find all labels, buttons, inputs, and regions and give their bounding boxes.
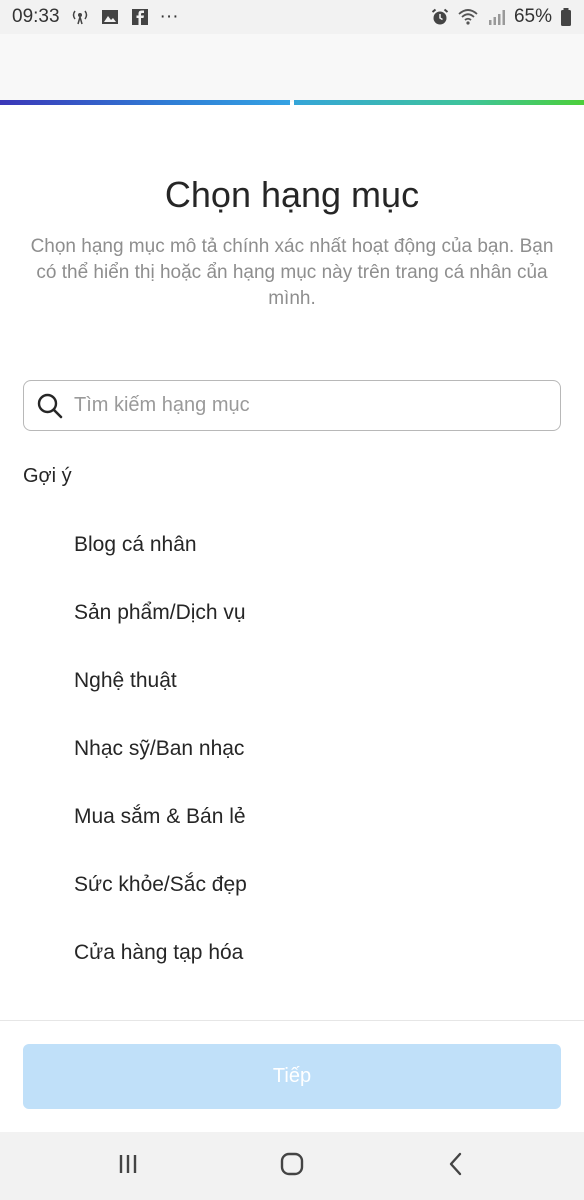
back-icon	[441, 1149, 471, 1184]
home-icon	[277, 1149, 307, 1184]
category-item[interactable]: Sản phẩm/Dịch vụ	[0, 579, 584, 647]
category-item[interactable]: Cửa hàng tạp hóa	[0, 919, 584, 987]
category-item-label: Nghệ thuật	[74, 669, 177, 692]
category-item[interactable]: Sức khỏe/Sắc đẹp	[0, 851, 584, 919]
category-item-label: Sức khỏe/Sắc đẹp	[74, 873, 247, 896]
status-time: 09:33	[12, 6, 60, 27]
back-button[interactable]	[434, 1146, 478, 1186]
page-title: Chọn hạng mục	[164, 174, 420, 215]
category-list: Blog cá nhân Sản phẩm/Dịch vụ Nghệ thuật…	[0, 511, 584, 987]
category-item-label: Blog cá nhân	[74, 533, 197, 556]
more-notifications: ···	[159, 6, 179, 27]
category-item-label: Mua sắm & Bán lẻ	[74, 805, 246, 828]
progress-segment-1	[0, 100, 290, 105]
status-right: 65%	[430, 6, 572, 28]
footer-divider	[0, 1020, 584, 1021]
signal-icon	[486, 7, 506, 27]
progress-segment-2	[294, 100, 584, 105]
radio-icon	[70, 7, 90, 27]
progress-bar	[0, 100, 584, 105]
wifi-icon	[458, 7, 478, 27]
recent-apps-button[interactable]	[106, 1146, 150, 1186]
search-icon	[36, 392, 64, 420]
category-item[interactable]: Blog cá nhân	[0, 511, 584, 579]
search-input[interactable]	[74, 394, 534, 417]
alarm-icon	[430, 7, 450, 27]
next-button[interactable]: Tiếp	[23, 1044, 561, 1109]
category-item-label: Cửa hàng tạp hóa	[74, 941, 244, 964]
category-item-label: Sản phẩm/Dịch vụ	[74, 601, 246, 624]
page-subtitle: Chọn hạng mục mô tả chính xác nhất hoạt …	[30, 236, 554, 309]
status-bar: 09:33 ··· 65%	[0, 0, 584, 34]
category-item-label: Nhạc sỹ/Ban nhạc	[74, 737, 245, 760]
battery-level: 65%	[513, 6, 552, 27]
image-icon	[100, 7, 120, 27]
search-box[interactable]	[23, 380, 561, 431]
home-button[interactable]	[270, 1146, 314, 1186]
category-item[interactable]: Nhạc sỹ/Ban nhạc	[0, 715, 584, 783]
navigation-bar	[0, 1132, 584, 1200]
category-item[interactable]: Mua sắm & Bán lẻ	[0, 783, 584, 851]
status-left: 09:33 ···	[12, 6, 179, 28]
category-item[interactable]: Nghệ thuật	[0, 647, 584, 715]
header-bar	[0, 34, 584, 102]
battery-icon	[560, 7, 572, 27]
facebook-icon	[130, 7, 150, 27]
recent-apps-icon	[113, 1149, 143, 1184]
suggestions-label: Gợi ý	[23, 465, 72, 487]
